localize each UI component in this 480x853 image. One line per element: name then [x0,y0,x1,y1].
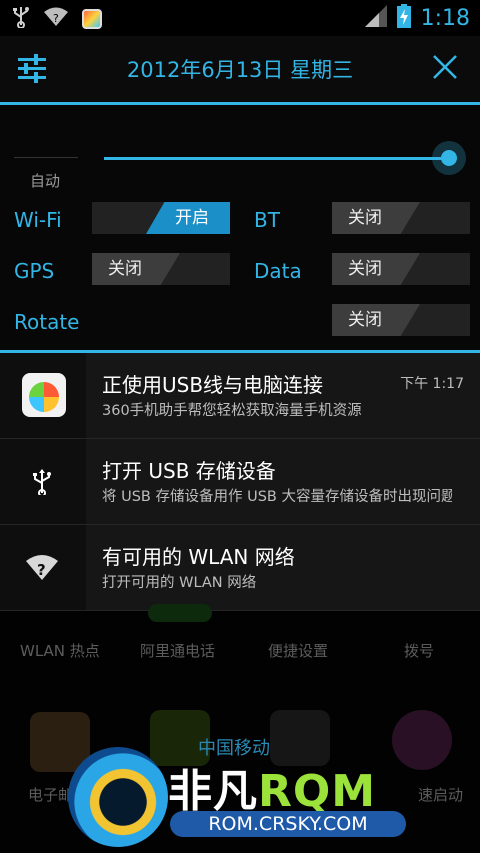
gps-toggle[interactable]: 关闭 [92,253,230,285]
notification-subtitle: 360手机助手帮您轻松获取海量手机资源 [102,403,362,419]
launcher-label: 速启动 [418,786,464,804]
usb-icon [30,469,54,499]
app-icon [82,9,102,29]
notification-title: 打开 USB 存储设备 [102,459,276,483]
brightness-slider[interactable] [104,157,452,160]
quick-settings-panel: 自动 Wi-Fi 开启 BT 关闭 GPS 关闭 Data 关闭 Rotate … [0,105,480,351]
gps-toggle-state: 关闭 [92,253,180,285]
notification-subtitle: 将 USB 存储设备用作 USB 大容量存储设备时出现问题 [102,489,452,505]
signal-icon [364,5,387,31]
auto-brightness-label: 自动 [30,172,61,190]
bt-toggle-state: 关闭 [332,202,420,234]
close-icon[interactable] [430,52,460,82]
data-toggle[interactable]: 关闭 [332,253,470,285]
wifi-toggle[interactable]: 开启 [92,202,230,234]
launcher-background: WLAN 热点 阿里通电话 便捷设置 拨号 电子邮 速启动 中国移动 非凡RQM… [0,604,480,853]
watermark-brand-rom: RQM [258,766,377,817]
rotate-label: Rotate [14,310,80,334]
battery-charging-icon [396,4,411,32]
crsky-logo-icon [68,747,168,847]
wifi-label: Wi-Fi [14,208,62,232]
notification-icon-cell [0,439,86,524]
gps-label: GPS [14,259,55,283]
usb-icon [12,6,30,32]
notification-usb-storage[interactable]: 打开 USB 存储设备 将 USB 存储设备用作 USB 大容量存储设备时出现问… [0,439,480,525]
date-title: 2012年6月13日 星期三 [126,58,354,82]
rotate-toggle[interactable]: 关闭 [332,304,470,336]
watermark-brand: 非凡RQM [168,755,376,819]
data-toggle-state: 关闭 [332,253,420,285]
ghost-app-icon [148,604,212,622]
notification-title: 有可用的 WLAN 网络 [102,545,295,569]
watermark-brand-cn: 非凡 [168,766,258,817]
data-label: Data [254,259,302,283]
rotate-toggle-state: 关闭 [332,304,420,336]
launcher-label: 电子邮 [28,786,74,804]
bt-label: BT [254,208,280,232]
launcher-label: 便捷设置 [268,642,329,660]
brightness-slider-fill [104,157,452,160]
notification-header: 2012年6月13日 星期三 [0,36,480,102]
app-360-icon [22,373,66,417]
wifi-toggle-state: 开启 [146,202,230,234]
auto-brightness-toggle[interactable]: 自动 [14,157,78,200]
notification-icon-cell [0,353,86,438]
status-time: 1:18 [420,5,470,31]
watermark: 非凡RQM ROM.CRSKY.COM [68,747,418,847]
notification-title: 正使用USB线与电脑连接 [102,373,324,397]
launcher-label: WLAN 热点 [20,642,100,660]
notification-time: 下午 1:17 [400,376,464,392]
notification-wlan-available[interactable]: ? 有可用的 WLAN 网络 打开可用的 WLAN 网络 [0,525,480,611]
brightness-slider-thumb[interactable] [432,141,466,175]
wifi-question-icon: ? [44,7,68,31]
notification-icon-cell: ? [0,525,86,610]
bt-toggle[interactable]: 关闭 [332,202,470,234]
notification-usb-connected[interactable]: 正使用USB线与电脑连接 360手机助手帮您轻松获取海量手机资源 下午 1:17 [0,353,480,439]
launcher-label: 拨号 [404,642,435,660]
svg-text:?: ? [37,561,46,579]
launcher-label: 阿里通电话 [140,642,216,660]
status-bar: ? 1:18 [0,0,480,36]
notification-subtitle: 打开可用的 WLAN 网络 [102,575,257,591]
svg-text:?: ? [53,12,59,25]
wifi-question-icon: ? [26,555,58,585]
watermark-url: ROM.CRSKY.COM [170,811,406,837]
